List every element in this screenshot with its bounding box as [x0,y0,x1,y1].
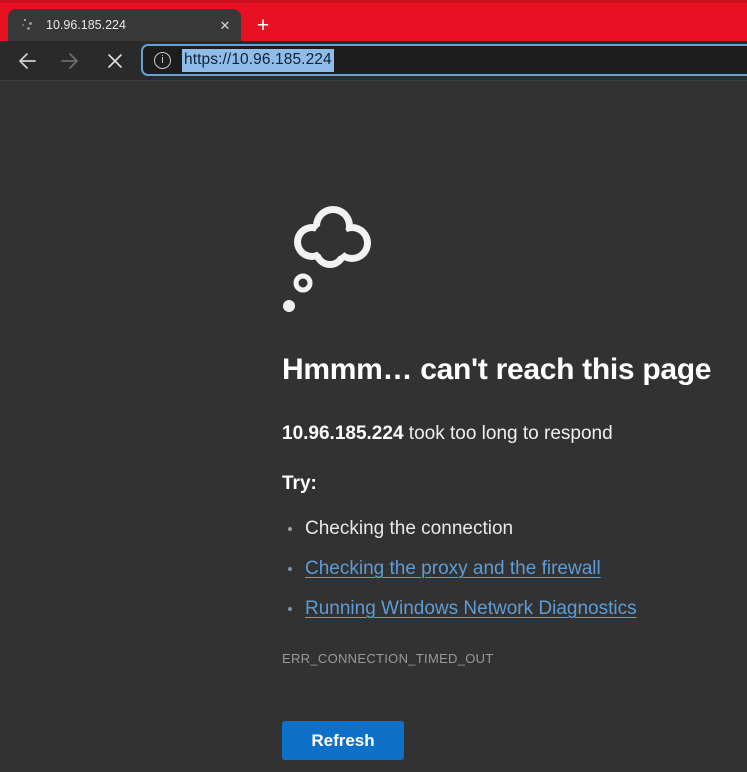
refresh-button[interactable]: Refresh [282,721,404,760]
proxy-firewall-link[interactable]: Checking the proxy and the firewall [305,558,601,580]
suggestion-text: Checking the connection [305,518,513,540]
bullet-icon [288,567,292,571]
browser-toolbar: i https://10.96.185.224 [0,41,747,80]
address-input-selected-text: https://10.96.185.224 [182,49,334,72]
tab-title: 10.96.185.224 [46,18,215,32]
arrow-left-icon [16,50,38,72]
error-subtitle: 10.96.185.224 took too long to respond [282,421,722,447]
window-top-edge [0,0,747,3]
stop-loading-button[interactable] [103,49,127,73]
thought-cloud-icon [278,196,380,316]
suggestion-list: Checking the connection Checking the pro… [282,509,722,629]
error-page-title: Hmmm… can't reach this page [282,352,722,388]
error-host: 10.96.185.224 [282,423,404,444]
back-button[interactable] [15,49,39,73]
forward-button-disabled[interactable] [58,49,82,73]
bullet-icon [288,607,292,611]
close-x-icon [105,51,125,71]
network-diagnostics-link[interactable]: Running Windows Network Diagnostics [305,598,637,620]
error-code: ERR_CONNECTION_TIMED_OUT [282,651,722,667]
loading-spinner-favicon [20,17,36,33]
browser-tab[interactable]: 10.96.185.224 ✕ [8,9,241,41]
list-item: Running Windows Network Diagnostics [282,589,722,629]
site-info-icon[interactable]: i [154,52,171,69]
address-bar[interactable]: i https://10.96.185.224 [141,44,747,76]
error-subtitle-text: took too long to respond [404,423,613,444]
tab-close-icon[interactable]: ✕ [215,15,235,35]
list-item: Checking the proxy and the firewall [282,549,722,589]
try-label: Try: [282,472,722,495]
arrow-right-icon [59,50,81,72]
window-titlebar: 10.96.185.224 ✕ + [0,0,747,41]
list-item: Checking the connection [282,509,722,549]
page-content: Hmmm… can't reach this page 10.96.185.22… [0,80,747,772]
bullet-icon [288,527,292,531]
new-tab-button[interactable]: + [251,13,275,37]
